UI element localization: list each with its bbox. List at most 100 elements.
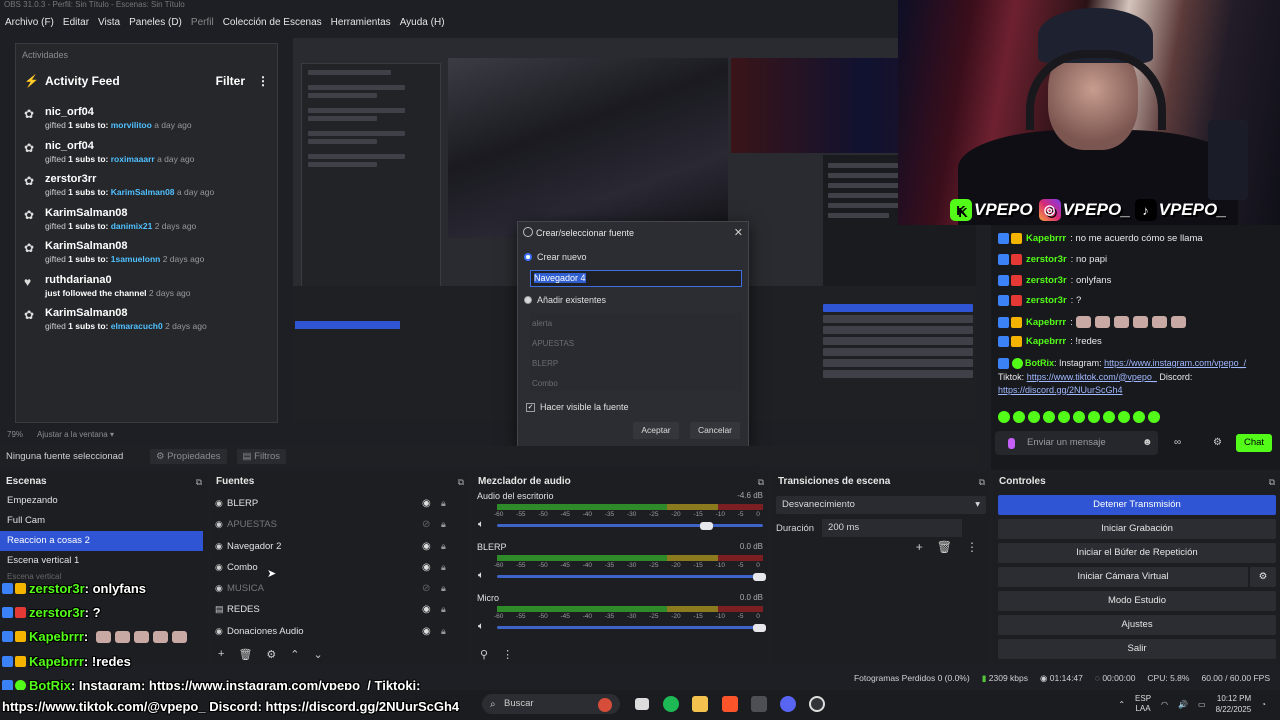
emoji-icon[interactable]: ☻ (1142, 437, 1153, 448)
speaker-icon[interactable]: 🔈︎ (478, 621, 484, 632)
speaker-icon[interactable]: 🔈︎ (478, 519, 484, 530)
slider-knob[interactable] (753, 572, 766, 581)
add-icon[interactable]: + (218, 648, 224, 661)
source-item[interactable]: ▤ REDES ◉ 🔒︎ (210, 599, 469, 620)
source-item[interactable]: ◉ APUESTAS ⊘ 🔒︎ (210, 514, 469, 535)
existing-sources-list[interactable]: alerta APUESTAS BLERP Combo (530, 313, 742, 391)
wifi-icon[interactable]: ◠ (1161, 700, 1168, 709)
discord-link[interactable]: https://discord.gg/2NUurScGh4 (998, 385, 1123, 395)
cancel-button[interactable]: Cancelar (690, 422, 740, 439)
properties-button[interactable]: ⚙ Propiedades (150, 448, 227, 464)
list-item[interactable]: Combo (530, 373, 742, 393)
slider-knob[interactable] (753, 623, 766, 632)
menu-archivo[interactable]: Archivo (F) (5, 14, 54, 32)
add-existing-radio[interactable]: Añadir existentes (524, 295, 606, 305)
fit-window-select[interactable]: Ajustar a la ventana ▾ (37, 430, 114, 439)
more-vertical-icon[interactable]: ⋮ (257, 74, 269, 88)
source-name-input[interactable]: Navegador 4 (530, 270, 742, 287)
volume-icon[interactable]: 🔊 (1178, 700, 1188, 709)
transition-select[interactable]: Desvanecimiento ▾ (776, 496, 986, 514)
stop-stream-button[interactable]: Detener Transmisión (998, 495, 1276, 515)
discord-icon[interactable] (780, 696, 796, 712)
battery-icon[interactable]: ▭ (1198, 700, 1206, 709)
spotify-icon[interactable] (663, 696, 679, 712)
notification-icon[interactable]: ◔ (1261, 700, 1266, 709)
eye-icon[interactable]: ◉ (422, 557, 431, 578)
tiktok-link[interactable]: https://www.tiktok.com/@vpepo_ (1027, 372, 1157, 382)
duration-input[interactable]: 200 ms (822, 519, 963, 537)
obs-icon[interactable] (809, 696, 825, 712)
accept-button[interactable]: Aceptar (633, 422, 679, 439)
link-icon[interactable]: ⚲ (480, 648, 488, 661)
eye-off-icon[interactable]: ⊘ (422, 514, 430, 535)
volume-slider[interactable] (497, 623, 766, 632)
menu-editar[interactable]: Editar (63, 14, 89, 32)
task-view-icon[interactable] (635, 698, 649, 710)
scene-item[interactable]: Reaccion a cosas 2 (0, 531, 203, 551)
menu-coleccion[interactable]: Colección de Escenas (223, 14, 322, 32)
scene-item[interactable]: Empezando (0, 491, 203, 511)
eye-off-icon[interactable]: ⊘ (422, 578, 430, 599)
lock-icon[interactable]: 🔒︎ (441, 578, 446, 599)
lock-icon[interactable]: 🔒︎ (441, 536, 446, 557)
eye-icon[interactable]: ◉ (422, 536, 431, 557)
make-visible-checkbox[interactable]: ✓ Hacer visible la fuente (526, 402, 629, 412)
exit-button[interactable]: Salir (998, 639, 1276, 659)
brave-icon[interactable] (722, 696, 738, 712)
filter-button[interactable]: Filter (216, 74, 245, 88)
menu-perfil[interactable]: Perfil (191, 14, 214, 32)
close-icon[interactable]: ✕ (734, 226, 743, 239)
source-item[interactable]: ◉ Navegador 2 ◉ 🔒︎ (210, 536, 469, 557)
more-vertical-icon[interactable]: ⋮ (966, 540, 978, 554)
app-icon[interactable] (751, 696, 767, 712)
menu-vista[interactable]: Vista (98, 14, 120, 32)
create-new-radio[interactable]: Crear nuevo (524, 252, 587, 262)
list-item[interactable]: alerta (530, 313, 742, 333)
scene-item[interactable]: Escena vertical 1 (0, 551, 203, 571)
loop-icon[interactable]: ∞ (1174, 437, 1181, 448)
popout-icon[interactable]: ⧉ (1269, 473, 1275, 491)
list-item[interactable]: APUESTAS (530, 333, 742, 353)
lock-icon[interactable]: 🔒︎ (441, 514, 446, 535)
scene-item[interactable]: Full Cam (0, 511, 203, 531)
folder-icon[interactable] (692, 696, 708, 712)
instagram-link[interactable]: https://www.instagram.com/vpepo_/ (1104, 358, 1246, 368)
start-recording-button[interactable]: Iniciar Grabación (998, 519, 1276, 539)
menu-ayuda[interactable]: Ayuda (H) (400, 14, 445, 32)
source-item[interactable]: ◉ BLERP ◉ 🔒︎ (210, 493, 469, 514)
source-item[interactable]: ◉ MUSICA ⊘ 🔒︎ (210, 578, 469, 599)
list-item[interactable]: BLERP (530, 353, 742, 373)
eye-icon[interactable]: ◉ (422, 621, 431, 642)
chevron-up-icon[interactable]: ⌃ (1118, 700, 1125, 709)
lock-icon[interactable]: 🔒︎ (441, 599, 446, 620)
volume-slider[interactable] (497, 521, 763, 530)
slider-knob[interactable] (699, 521, 713, 530)
gear-icon[interactable]: ⚙ (266, 648, 276, 661)
add-icon[interactable]: + (916, 540, 923, 554)
eye-icon[interactable]: ◉ (422, 493, 431, 514)
chat-message-input[interactable]: Enviar un mensaje (995, 431, 1158, 455)
filters-button[interactable]: ▤ Filtros (236, 448, 287, 464)
lang-indicator[interactable]: ESP LAA (1135, 694, 1151, 714)
popout-icon[interactable]: ⧉ (458, 473, 464, 491)
chevron-up-icon[interactable]: ⌃ (290, 648, 299, 661)
lock-icon[interactable]: 🔒︎ (441, 621, 446, 642)
replay-buffer-button[interactable]: Iniciar el Búfer de Repetición (998, 543, 1276, 563)
gear-icon[interactable]: ⚙ (1250, 567, 1276, 587)
volume-slider[interactable] (497, 572, 766, 581)
chevron-down-icon[interactable]: ⌄ (314, 648, 323, 661)
studio-mode-button[interactable]: Modo Estudio (998, 591, 1276, 611)
eye-icon[interactable]: ◉ (422, 599, 431, 620)
more-vertical-icon[interactable]: ⋮ (502, 648, 513, 661)
virtual-camera-button[interactable]: Iniciar Cámara Virtual (998, 567, 1248, 587)
microphone-icon[interactable] (1008, 438, 1015, 449)
settings-button[interactable]: Ajustes (998, 615, 1276, 635)
source-item[interactable]: ◉ Combo ◉ 🔒︎ (210, 557, 469, 578)
trash-icon[interactable]: 🗑 (937, 540, 952, 554)
menu-herramientas[interactable]: Herramientas (331, 14, 391, 32)
trash-icon[interactable]: 🗑 (238, 648, 252, 661)
speaker-icon[interactable]: 🔈︎ (478, 570, 484, 581)
menu-paneles[interactable]: Paneles (D) (129, 14, 182, 32)
popout-icon[interactable]: ⧉ (979, 473, 985, 491)
popout-icon[interactable]: ⧉ (758, 473, 764, 491)
